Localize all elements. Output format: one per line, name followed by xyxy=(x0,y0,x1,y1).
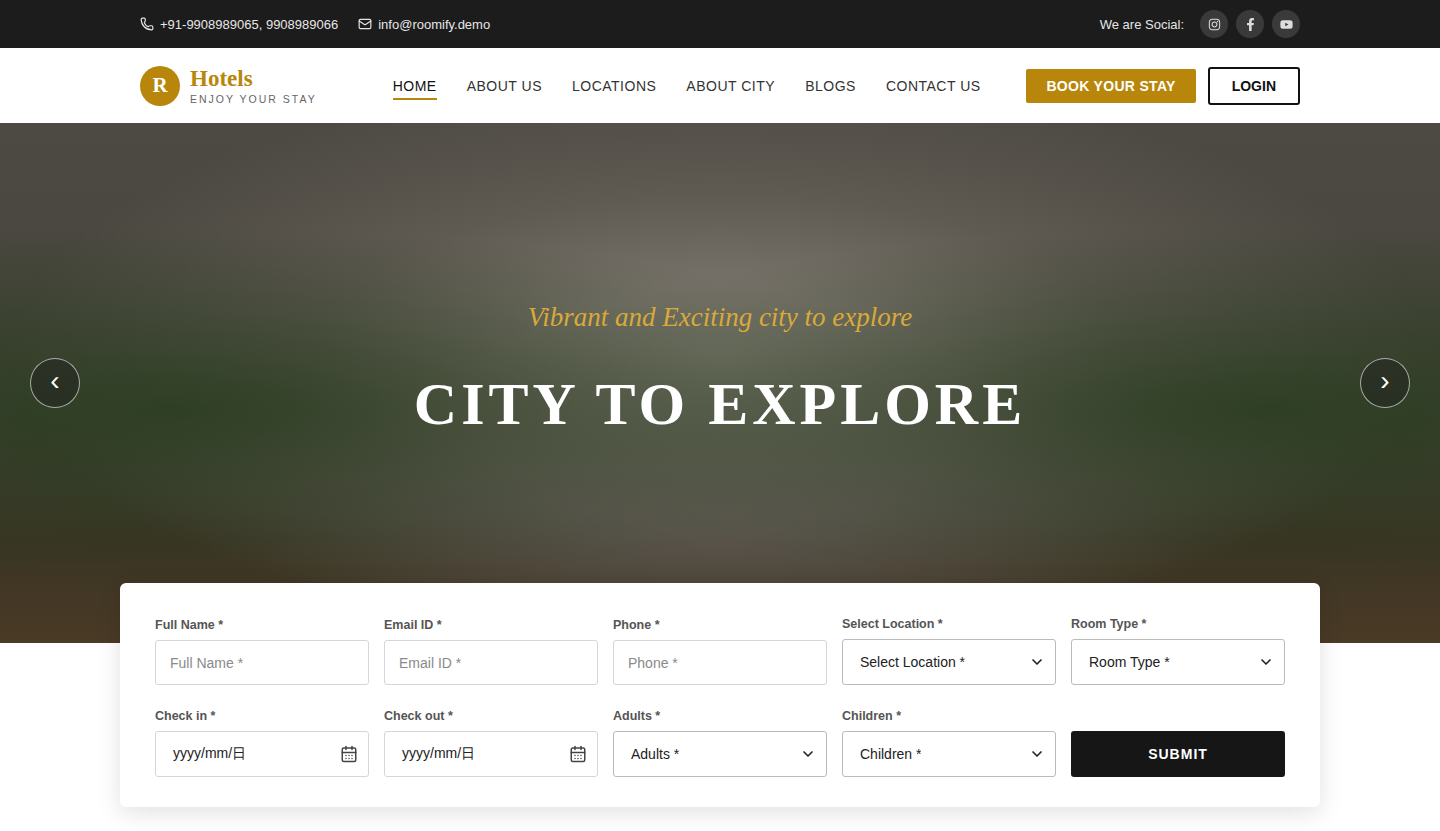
page: +91-9908989065, 9908989066 info@roomify.d… xyxy=(0,0,1440,831)
form-field: Select Location * Select Location * xyxy=(842,617,1056,685)
text-input[interactable]: Full Name * xyxy=(155,640,369,685)
phone-contact[interactable]: +91-9908989065, 9908989066 xyxy=(140,17,338,32)
logo-name: Hotels xyxy=(190,66,317,91)
calendar-icon xyxy=(340,745,358,763)
hero-subtitle: Vibrant and Exciting city to explore xyxy=(528,302,913,333)
top-bar: +91-9908989065, 9908989066 info@roomify.d… xyxy=(0,0,1440,48)
form-field: Children * Children * xyxy=(842,709,1056,777)
nav-link[interactable]: CONTACT US xyxy=(886,72,981,100)
book-button[interactable]: BOOK YOUR STAY xyxy=(1026,69,1195,103)
calendar-icon xyxy=(569,745,587,763)
login-button[interactable]: LOGIN xyxy=(1208,67,1300,105)
email-contact[interactable]: info@roomify.demo xyxy=(358,17,490,32)
nav-link[interactable]: ABOUT CITY xyxy=(686,72,775,100)
submit-button[interactable]: SUBMIT xyxy=(1071,731,1285,777)
hero-banner: ‹ Vibrant and Exciting city to explore CIT… xyxy=(0,123,1440,643)
field-label: Full Name * xyxy=(155,618,369,632)
text-input[interactable]: Email ID * xyxy=(384,640,598,685)
nav-link[interactable]: LOCATIONS xyxy=(572,72,656,100)
form-field: Phone * Phone * xyxy=(613,618,827,685)
field-label: Check in * xyxy=(155,709,369,723)
select-input[interactable]: Room Type * xyxy=(1071,639,1285,685)
next-button[interactable]: › xyxy=(1360,358,1410,408)
form-field: Room Type * Room Type * xyxy=(1071,617,1285,685)
select-input[interactable]: Select Location * xyxy=(842,639,1056,685)
chevron-down-icon xyxy=(1029,746,1045,762)
logo-badge: R xyxy=(140,66,180,106)
date-input[interactable]: yyyy/mm/日 xyxy=(155,731,369,777)
form-field: Check out * yyyy/mm/日 xyxy=(384,709,598,777)
youtube-icon[interactable] xyxy=(1272,10,1300,38)
text-input[interactable]: Phone * xyxy=(613,640,827,685)
field-label: Adults * xyxy=(613,709,827,723)
field-label: Children * xyxy=(842,709,1056,723)
logo-tagline: ENJOY YOUR STAY xyxy=(190,93,317,105)
field-label: Check out * xyxy=(384,709,598,723)
select-input[interactable]: Adults * xyxy=(613,731,827,777)
phone-icon xyxy=(140,17,154,31)
social-label: We are Social: xyxy=(1100,17,1184,32)
nav-link[interactable]: BLOGS xyxy=(805,72,856,100)
hero-title: CITY TO EXPLORE xyxy=(414,371,1026,437)
mail-icon xyxy=(358,17,372,31)
field-label: Phone * xyxy=(613,618,827,632)
main-nav: HOME ABOUT US LOCATIONS ABOUT CITY BLOGS CONT… xyxy=(393,72,981,100)
nav-link[interactable]: ABOUT US xyxy=(467,72,542,100)
chevron-down-icon xyxy=(1029,654,1045,670)
form-field: Check in * yyyy/mm/日 xyxy=(155,709,369,777)
date-input[interactable]: yyyy/mm/日 xyxy=(384,731,598,777)
field-label: Room Type * xyxy=(1071,617,1285,631)
prev-button[interactable]: ‹ xyxy=(30,358,80,408)
chevron-down-icon xyxy=(1258,654,1274,670)
select-input[interactable]: Children * xyxy=(842,731,1056,777)
field-label: Email ID * xyxy=(384,618,598,632)
form-field: Adults * Adults * xyxy=(613,709,827,777)
form-field: Full Name * Full Name * xyxy=(155,618,369,685)
booking-form: Full Name *Full Name *Email ID *Email ID… xyxy=(120,583,1320,807)
nav-link[interactable]: HOME xyxy=(393,72,437,100)
form-field: Email ID * Email ID * xyxy=(384,618,598,685)
instagram-icon[interactable] xyxy=(1200,10,1228,38)
logo[interactable]: R Hotels ENJOY YOUR STAY xyxy=(140,66,317,106)
facebook-icon[interactable] xyxy=(1236,10,1264,38)
chevron-down-icon xyxy=(800,746,816,762)
header: R Hotels ENJOY YOUR STAY HOME ABOUT US LOCATI… xyxy=(0,48,1440,123)
field-label: Select Location * xyxy=(842,617,1056,631)
